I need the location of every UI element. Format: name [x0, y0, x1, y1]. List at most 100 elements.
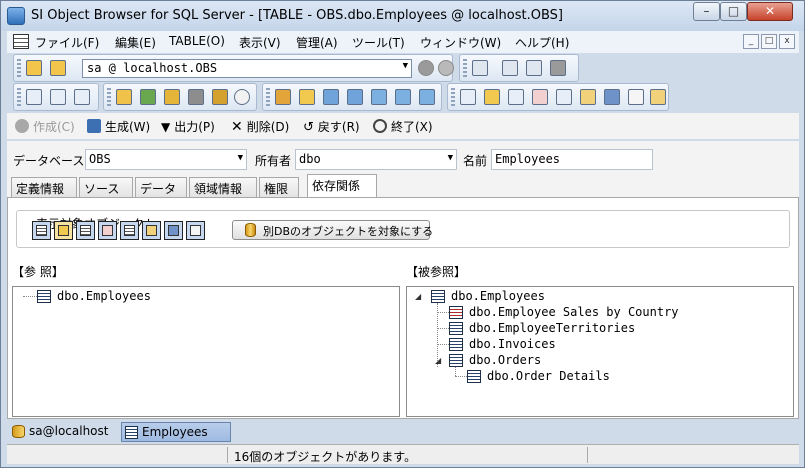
- exit-icon: [373, 119, 387, 133]
- mdi-restore-button[interactable]: □: [761, 34, 777, 49]
- connect-icon[interactable]: [26, 60, 42, 76]
- connection-select[interactable]: sa @ localhost.OBS ▼: [82, 59, 412, 78]
- window-taskbar: sa@localhost Employees: [7, 421, 799, 443]
- create-action[interactable]: 作成(C): [15, 118, 75, 135]
- maximize-button[interactable]: □: [720, 2, 747, 21]
- filter-procedure-button[interactable]: [142, 221, 161, 240]
- other-db-button[interactable]: 別DBのオブジェクトを対象にする: [232, 220, 433, 240]
- mdi-close-button[interactable]: x: [779, 34, 795, 49]
- schema-icon[interactable]: [347, 89, 363, 105]
- tab-source[interactable]: ソース: [79, 177, 133, 197]
- calendar-icon[interactable]: [532, 89, 548, 105]
- tree-node[interactable]: dbo.Employees: [57, 289, 151, 303]
- function-icon[interactable]: [556, 89, 572, 105]
- tree-node[interactable]: dbo.EmployeeTerritories: [469, 321, 635, 335]
- menu-file[interactable]: ファイル(F): [35, 34, 99, 51]
- referenced-by-tree[interactable]: ◢ dbo.Employees dbo.Employee Sales by Co…: [406, 286, 794, 417]
- menu-edit[interactable]: 編集(E): [115, 34, 156, 51]
- name-field[interactable]: Employees: [491, 149, 653, 170]
- refresh-icon[interactable]: [438, 60, 454, 76]
- tree-node[interactable]: dbo.Employees: [451, 289, 545, 303]
- index-icon[interactable]: [484, 89, 500, 105]
- menu-tools[interactable]: ツール(T): [352, 34, 405, 51]
- user-icon[interactable]: [116, 89, 132, 105]
- output-action[interactable]: ▼ 出力(P): [161, 118, 215, 135]
- disconnect-icon[interactable]: [50, 60, 66, 76]
- tree-node[interactable]: dbo.Order Details: [487, 369, 610, 383]
- undo-icon[interactable]: [472, 60, 488, 76]
- paste-icon[interactable]: [550, 60, 566, 76]
- cut-icon[interactable]: [502, 60, 518, 76]
- filter-user-table-button[interactable]: [164, 221, 183, 240]
- network-icon[interactable]: [140, 89, 156, 105]
- toolbar-grip[interactable]: [463, 59, 467, 79]
- toolbar-grip[interactable]: [17, 88, 21, 108]
- user-table-icon[interactable]: [604, 89, 620, 105]
- key-icon: [58, 225, 69, 236]
- ms-document-icon[interactable]: [371, 89, 387, 105]
- ms-import-icon[interactable]: [419, 89, 435, 105]
- key-icon[interactable]: [299, 89, 315, 105]
- transfer-icon[interactable]: [275, 89, 291, 105]
- filter-shortcut-button[interactable]: [186, 221, 205, 240]
- sql-icon[interactable]: [26, 89, 42, 105]
- connection-task[interactable]: sa@localhost: [9, 422, 112, 442]
- toolbar-grip[interactable]: [451, 88, 455, 108]
- minimize-button[interactable]: –: [693, 2, 720, 21]
- table-icon[interactable]: [460, 89, 476, 105]
- chevron-down-icon: ▼: [447, 153, 453, 163]
- tab-definition[interactable]: 定義情報: [11, 177, 77, 197]
- generate-action[interactable]: 生成(W): [87, 118, 150, 135]
- expand-icon[interactable]: ◢: [415, 292, 421, 301]
- menu-view[interactable]: 表示(V): [239, 34, 281, 51]
- filter-calendar-button[interactable]: [98, 221, 117, 240]
- references-tree[interactable]: dbo.Employees: [12, 286, 400, 417]
- tree-connector: [455, 367, 456, 376]
- filter-function-button[interactable]: [120, 221, 139, 240]
- tab-permissions[interactable]: 権限: [259, 177, 299, 197]
- filter-index-button[interactable]: [54, 221, 73, 240]
- storage-icon[interactable]: [212, 89, 228, 105]
- mdi-minimize-button[interactable]: _: [743, 34, 759, 49]
- menu-window[interactable]: ウィンドウ(W): [420, 34, 501, 51]
- filter-view-button[interactable]: [76, 221, 95, 240]
- script-icon[interactable]: [50, 89, 66, 105]
- exit-action[interactable]: 終了(X): [373, 118, 433, 135]
- tree-node[interactable]: dbo.Invoices: [469, 337, 556, 351]
- database-select[interactable]: OBS ▼: [85, 149, 247, 170]
- employees-task[interactable]: Employees: [121, 422, 231, 442]
- trigger-icon[interactable]: [650, 89, 666, 105]
- tree-node[interactable]: dbo.Employee Sales by Country: [469, 305, 679, 319]
- menu-table[interactable]: TABLE(O): [169, 34, 225, 48]
- copy-icon[interactable]: [526, 60, 542, 76]
- window-icon[interactable]: [74, 89, 90, 105]
- tab-data[interactable]: データ: [135, 177, 187, 197]
- revert-action[interactable]: ↺ 戻す(R): [303, 118, 360, 135]
- lock-icon[interactable]: [164, 89, 180, 105]
- owner-value: dbo: [299, 152, 321, 166]
- expand-icon[interactable]: ◢: [435, 356, 441, 365]
- stop-icon[interactable]: [418, 60, 434, 76]
- toolbar-grip[interactable]: [17, 59, 21, 79]
- table-icon: [125, 426, 138, 439]
- delete-action[interactable]: ✕ 削除(D): [231, 118, 289, 135]
- tree-node[interactable]: dbo.Orders: [469, 353, 541, 367]
- menu-manage[interactable]: 管理(A): [296, 34, 338, 51]
- view-icon[interactable]: [508, 89, 524, 105]
- procedure-icon[interactable]: [580, 89, 596, 105]
- tab-dependencies[interactable]: 依存関係: [307, 174, 377, 198]
- close-button[interactable]: ✕: [747, 2, 793, 21]
- menu-bar: ファイル(F) 編集(E) TABLE(O) 表示(V) 管理(A) ツール(T…: [7, 31, 799, 53]
- document-icon[interactable]: [13, 34, 29, 49]
- toolbar-grip[interactable]: [266, 88, 270, 108]
- owner-select[interactable]: dbo ▼: [295, 149, 457, 170]
- shortcut-icon[interactable]: [628, 89, 644, 105]
- menu-help[interactable]: ヘルプ(H): [515, 34, 569, 51]
- ms-export-icon[interactable]: [395, 89, 411, 105]
- tab-storage[interactable]: 領域情報: [189, 177, 257, 197]
- filter-table-button[interactable]: [32, 221, 51, 240]
- clock-icon[interactable]: [234, 89, 250, 105]
- compare-icon[interactable]: [323, 89, 339, 105]
- toolbar-grip[interactable]: [107, 88, 111, 108]
- database-icon[interactable]: [188, 89, 204, 105]
